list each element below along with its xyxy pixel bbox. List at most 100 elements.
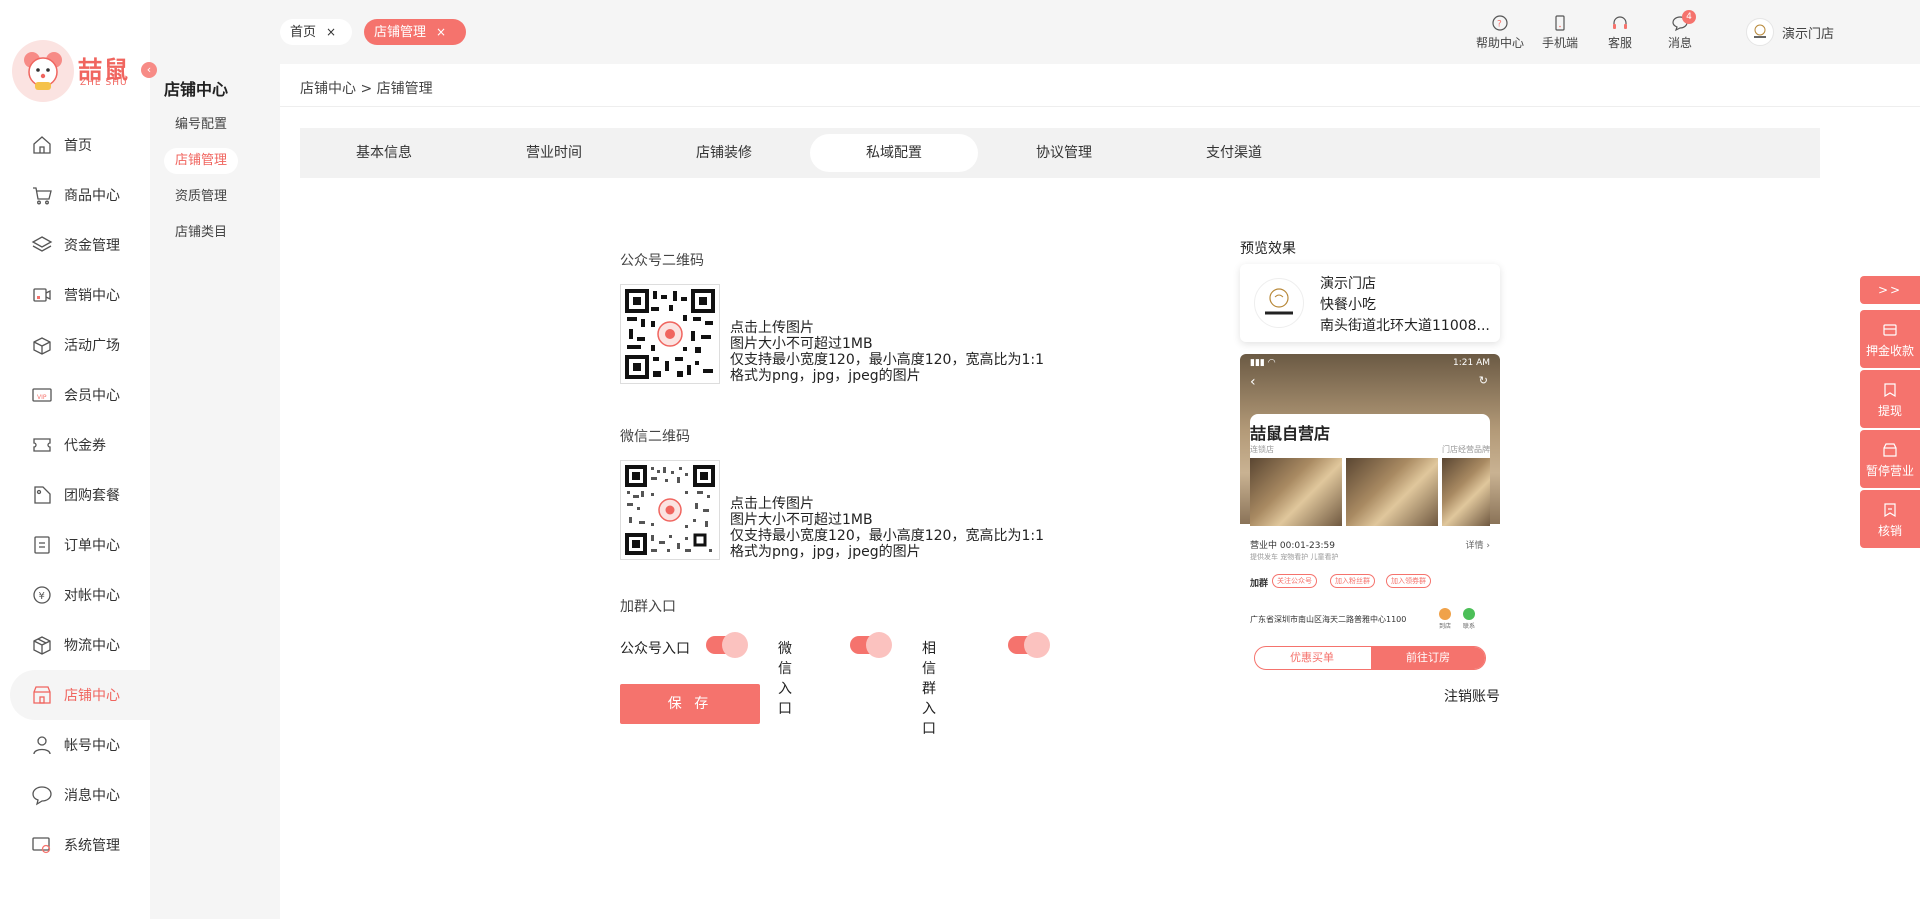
nav-item-label: 系统管理 — [64, 838, 120, 854]
tab-basic-info[interactable]: 基本信息 — [300, 134, 468, 172]
mobile-button[interactable]: 手机端 — [1530, 14, 1590, 51]
tab-business-hours[interactable]: 营业时间 — [470, 134, 638, 172]
cancel-account-link[interactable]: 注销账号 — [1240, 686, 1500, 706]
group-entry-switches: 公众号入口 微信入口 相信群入口 — [620, 632, 1050, 737]
tab-private-domain[interactable]: 私域配置 — [810, 134, 978, 172]
nav-item-label: 订单中心 — [64, 538, 120, 554]
nav-item-store[interactable]: 店铺中心 — [10, 670, 150, 720]
tab-store-decoration[interactable]: 店铺装修 — [640, 134, 808, 172]
nav-item-label: 商品中心 — [64, 188, 120, 204]
tab-home[interactable]: 首页 × — [280, 19, 352, 45]
main-content: 店铺中心 > 店铺管理 基本信息 营业时间 店铺装修 私域配置 协议管理 支付渠… — [280, 64, 1920, 919]
tab-label: 首页 — [290, 25, 317, 40]
main-sidebar: 喆鼠 ZHE SHU 首页 商品中心 资金管理 营销中心 活动广场 VIP 会员… — [0, 0, 150, 919]
store-card: 演示门店 快餐小吃 南头街道北环大道11008... — [1240, 264, 1500, 342]
save-row: 保 存 — [620, 684, 760, 724]
join-group-label: 加群 — [1250, 579, 1269, 589]
brand-logo: 喆鼠 ZHE SHU — [12, 40, 130, 102]
store-photo — [1346, 458, 1438, 526]
deposit-collect-button[interactable]: 押金收款 — [1860, 310, 1920, 368]
divider — [280, 106, 1920, 107]
messages-button[interactable]: 4 消息 — [1650, 10, 1710, 51]
qr-code-icon — [625, 289, 715, 379]
user-menu[interactable]: 演示门店 — [1746, 18, 1834, 46]
store-photos — [1250, 458, 1490, 526]
nav-item-label: 物流中心 — [64, 638, 120, 654]
yen-icon: ¥ — [30, 583, 54, 607]
store-card-info: 演示门店 快餐小吃 南头街道北环大道11008... — [1320, 274, 1490, 337]
close-icon[interactable]: × — [436, 25, 446, 39]
tag-icon — [30, 483, 54, 507]
breadcrumb-parent[interactable]: 店铺中心 — [300, 81, 356, 97]
store-card-name: 演示门店 — [1320, 276, 1376, 292]
nav-item-members[interactable]: VIP 会员中心 — [0, 370, 150, 420]
tab-store-manage[interactable]: 店铺管理 × — [364, 19, 466, 45]
headset-icon — [1613, 16, 1627, 29]
phone-time: 1:21 AM — [1453, 358, 1490, 368]
hint-line: 图片大小不可超过1MB — [730, 336, 873, 352]
collapse-sidebar-button[interactable]: ‹ — [141, 62, 157, 78]
sub-item-number-config[interactable]: 编号配置 — [164, 112, 238, 138]
tab-payment-channel[interactable]: 支付渠道 — [1150, 134, 1318, 172]
avatar — [1746, 18, 1774, 46]
store-address: 广东省深圳市南山区海天二路普雅中心1100 — [1250, 615, 1407, 624]
package-icon — [30, 633, 54, 657]
sub-item-store-manage[interactable]: 店铺管理 — [164, 148, 238, 174]
store-album-link: 门店经营品牌 — [1442, 445, 1490, 454]
switch-label: 微信入口 — [778, 641, 792, 717]
switch-label: 相信群入口 — [922, 641, 936, 737]
nav-item-group-buy[interactable]: 团购套餐 — [0, 470, 150, 520]
preview-title: 预览效果 — [1240, 241, 1296, 257]
main-nav: 首页 商品中心 资金管理 营销中心 活动广场 VIP 会员中心 代金券 团购套餐… — [0, 120, 150, 870]
withdraw-button[interactable]: 提现 — [1860, 370, 1920, 428]
settings-icon — [30, 833, 54, 857]
wx-qr-upload[interactable] — [620, 460, 720, 560]
help-center-button[interactable]: ? 帮助中心 — [1470, 14, 1530, 51]
tab-label: 店铺管理 — [374, 25, 427, 40]
store-photo — [1442, 458, 1490, 526]
nav-item-marketing[interactable]: 营销中心 — [0, 270, 150, 320]
wx-entry-toggle[interactable] — [850, 632, 892, 658]
nav-item-accounts[interactable]: 帐号中心 — [0, 720, 150, 770]
phone-preview: ▮▮▮ ◠ 1:21 AM ‹ ↻ 喆鼠自营店 连锁店 门店经营品牌 营业中 0… — [1240, 354, 1500, 678]
oa-qr-upload[interactable] — [620, 284, 720, 384]
help-icon: ? — [1492, 15, 1508, 31]
nav-item-orders[interactable]: 订单中心 — [0, 520, 150, 570]
nav-item-products[interactable]: 商品中心 — [0, 170, 150, 220]
nav-item-coupons[interactable]: 代金券 — [0, 420, 150, 470]
chip-follow-oa: 关注公众号 — [1272, 574, 1317, 588]
book-room-button: 前往订房 — [1371, 647, 1485, 669]
nav-item-label: 会员中心 — [64, 388, 120, 404]
hint-line: 点击上传图片 — [730, 320, 814, 336]
nav-item-home[interactable]: 首页 — [0, 120, 150, 170]
nav-item-reconcile[interactable]: ¥ 对帐中心 — [0, 570, 150, 620]
float-label: 押金收款 — [1865, 344, 1914, 358]
nav-item-messages[interactable]: 消息中心 — [0, 770, 150, 820]
sub-item-store-category[interactable]: 店铺类目 — [164, 220, 238, 246]
nav-item-system[interactable]: 系统管理 — [0, 820, 150, 870]
sub-item-qualification[interactable]: 资质管理 — [164, 184, 238, 210]
save-button[interactable]: 保 存 — [620, 684, 760, 724]
nav-item-logistics[interactable]: 物流中心 — [0, 620, 150, 670]
tab-agreement[interactable]: 协议管理 — [980, 134, 1148, 172]
oa-qr-row: 点击上传图片 图片大小不可超过1MB 仅支持最小宽度120，最小高度120，宽高… — [620, 284, 1044, 384]
switch-label: 公众号入口 — [620, 641, 690, 657]
expand-float-button[interactable]: >> — [1860, 276, 1920, 304]
group-entry-toggle[interactable] — [1008, 632, 1050, 658]
nav-item-activity[interactable]: 活动广场 — [0, 320, 150, 370]
pause-business-button[interactable]: 暂停营业 — [1860, 430, 1920, 488]
contact-label: 联系 — [1462, 623, 1475, 630]
nav-item-funds[interactable]: 资金管理 — [0, 220, 150, 270]
verify-button[interactable]: 核销 — [1860, 490, 1920, 548]
tool-label: 帮助中心 — [1475, 36, 1524, 50]
toggle-knob — [722, 632, 748, 658]
close-icon[interactable]: × — [326, 25, 336, 39]
oa-entry-toggle[interactable] — [706, 632, 748, 658]
store-logo — [1254, 278, 1304, 328]
cart-icon — [30, 183, 54, 207]
store-icon — [30, 683, 54, 707]
private-domain-form: 公众号二维码 点击上传图片 图片大小不可超过1MB 仅支持最小宽度120，最小高… — [620, 250, 1050, 737]
box-icon — [30, 333, 54, 357]
svg-text:VIP: VIP — [37, 394, 47, 401]
customer-service-button[interactable]: 客服 — [1590, 14, 1650, 51]
